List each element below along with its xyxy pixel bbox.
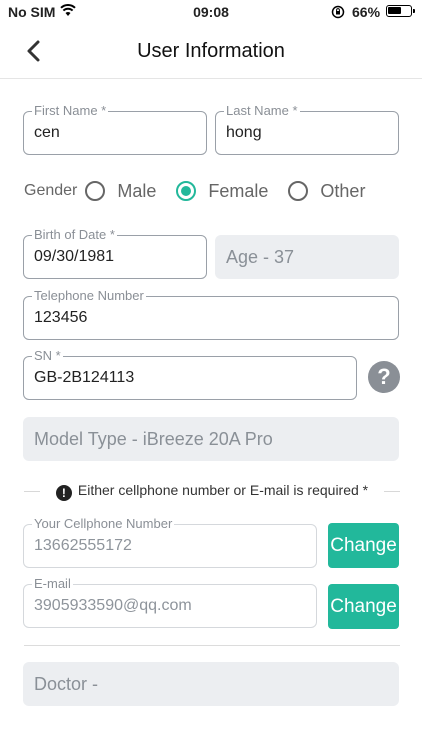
help-icon[interactable]: ?	[368, 361, 400, 393]
contact-requirement-notice: ! Either cellphone number or E-mail is re…	[24, 480, 400, 502]
status-bar: No SIM 09:08 66%	[0, 0, 422, 26]
change-email-button[interactable]: Change	[328, 584, 399, 629]
exclamation-icon: !	[55, 485, 72, 501]
radio-circle	[85, 181, 106, 201]
sn-field[interactable]: SN * GB-2B124113	[23, 348, 357, 400]
sn-value: GB-2B124113	[34, 369, 135, 386]
radio-circle	[288, 181, 309, 201]
last-name-field[interactable]: Last Name * hong	[215, 103, 399, 155]
telephone-value: 123456	[34, 309, 88, 326]
doctor-display: Doctor -	[23, 662, 399, 706]
gender-option-label: Male	[117, 180, 157, 201]
battery-fill	[388, 7, 401, 14]
last-name-value: hong	[226, 124, 262, 141]
rotation-lock-icon	[331, 5, 345, 19]
gender-option-label: Other	[320, 180, 366, 201]
notice-text: Either cellphone number or E-mail is req…	[77, 482, 369, 498]
birth-date-value: 09/30/1981	[34, 248, 115, 265]
radio-circle	[176, 181, 197, 201]
gender-option-male[interactable]: Male	[85, 181, 156, 202]
gender-option-other[interactable]: Other	[288, 181, 365, 202]
section-divider	[24, 645, 400, 646]
first-name-field[interactable]: First Name * cen	[23, 103, 207, 155]
gender-label: Gender	[24, 182, 78, 199]
model-type-display: Model Type - iBreeze 20A Pro	[23, 417, 399, 461]
first-name-value: cen	[34, 124, 60, 141]
gender-group: Gender Male Female Other	[24, 178, 385, 204]
change-cellphone-button[interactable]: Change	[328, 523, 399, 568]
email-value: 3905933590@qq.com	[34, 597, 192, 614]
battery-nub	[413, 9, 415, 13]
birth-date-field[interactable]: Birth of Date * 09/30/1981	[23, 227, 207, 279]
nav-bar: User Information	[0, 26, 422, 79]
gender-option-label: Female	[208, 180, 269, 201]
email-field: E-mail 3905933590@qq.com	[23, 576, 317, 628]
battery-percent: 66%	[352, 4, 381, 20]
notice-content: ! Either cellphone number or E-mail is re…	[24, 482, 400, 501]
gender-option-female[interactable]: Female	[176, 181, 268, 202]
page-title: User Information	[137, 40, 285, 62]
age-display: Age - 37	[215, 235, 399, 279]
telephone-field[interactable]: Telephone Number 123456	[23, 288, 399, 340]
cellphone-field: Your Cellphone Number 13662555172	[23, 516, 317, 568]
battery-icon	[386, 5, 415, 17]
cellphone-value: 13662555172	[34, 537, 132, 554]
